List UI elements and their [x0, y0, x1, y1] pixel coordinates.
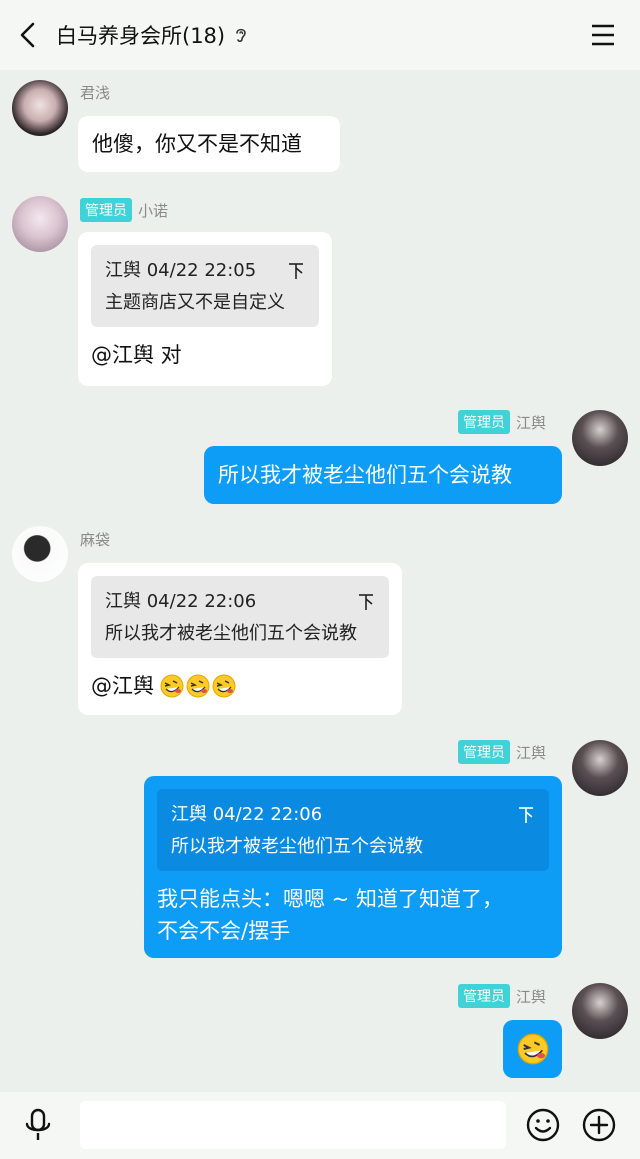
sender-name: 江舆	[516, 413, 547, 432]
laughing-emoji-icon	[186, 674, 210, 698]
chat-area[interactable]: 君浅 他傻，你又不是不知道 管理员 小诺 江舆 04/22 22:05 主题商店…	[0, 70, 640, 1092]
microphone-icon[interactable]	[22, 1108, 54, 1142]
sender-meta: 管理员 江舆	[458, 984, 546, 1008]
quote-author-time: 江舆 04/22 22:05	[105, 260, 257, 281]
quote-author-time: 江舆 04/22 22:06	[105, 591, 257, 612]
message-input[interactable]	[80, 1101, 506, 1149]
ear-icon	[236, 28, 246, 43]
message-text-line1: 我只能点头：嗯嗯 ~ 知道了知道了，	[157, 887, 503, 911]
avatar[interactable]	[572, 983, 628, 1039]
pin-top-icon	[289, 263, 303, 279]
avatar[interactable]	[572, 740, 628, 796]
quote-header: 江舆 04/22 22:06	[105, 586, 375, 618]
quote-text: 主题商店又不是自定义	[105, 292, 285, 313]
group-title: 白马养身会所(18)	[56, 24, 226, 48]
admin-badge: 管理员	[458, 984, 510, 1008]
quoted-message[interactable]: 江舆 04/22 22:05 主题商店又不是自定义	[91, 245, 319, 327]
message-text: @江舆	[91, 674, 154, 698]
sender-name: 麻袋	[80, 531, 111, 549]
emoji-group	[160, 674, 238, 698]
plus-circle-icon[interactable]	[582, 1108, 616, 1142]
message-text-line2: 不会不会/摆手	[157, 919, 291, 943]
avatar[interactable]	[12, 526, 68, 582]
smiley-icon[interactable]	[526, 1108, 560, 1142]
sender-name: 江舆	[516, 743, 547, 762]
message-bubble[interactable]: 江舆 04/22 22:06 所以我才被老尘他们五个会说教 @江舆	[78, 563, 402, 715]
sender-name: 君浅	[80, 84, 111, 102]
pin-top-icon	[519, 807, 533, 823]
quoted-message[interactable]: 江舆 04/22 22:06 所以我才被老尘他们五个会说教	[91, 576, 389, 658]
message-line: @江舆	[91, 670, 389, 702]
pin-top-icon	[359, 594, 373, 610]
sender-name: 江舆	[516, 987, 547, 1006]
back-chevron-icon[interactable]	[14, 20, 44, 50]
sender-name: 小诺	[138, 201, 169, 220]
input-bar	[0, 1092, 640, 1159]
menu-icon[interactable]	[590, 22, 616, 48]
message-bubble[interactable]: 江舆 04/22 22:05 主题商店又不是自定义 @江舆 对	[78, 232, 332, 386]
message-bubble[interactable]: 所以我才被老尘他们五个会说教	[204, 446, 562, 504]
admin-badge: 管理员	[458, 740, 510, 764]
admin-badge: 管理员	[458, 410, 510, 434]
quote-text: 所以我才被老尘他们五个会说教	[105, 623, 357, 644]
message-text: @江舆 对	[91, 343, 182, 367]
sender-meta: 管理员 江舆	[458, 410, 546, 434]
quote-header: 江舆 04/22 22:05	[105, 255, 305, 287]
avatar[interactable]	[12, 80, 68, 136]
admin-badge: 管理员	[80, 198, 132, 222]
message-bubble[interactable]	[503, 1020, 562, 1078]
chat-title-wrap[interactable]: 白马养身会所(18)	[56, 20, 249, 50]
avatar[interactable]	[572, 410, 628, 466]
quote-text: 所以我才被老尘他们五个会说教	[171, 836, 423, 857]
laughing-emoji-icon	[517, 1033, 548, 1065]
quoted-message[interactable]: 江舆 04/22 22:06 所以我才被老尘他们五个会说教	[157, 789, 549, 871]
sender-meta: 君浅	[80, 82, 110, 103]
sender-meta: 管理员 江舆	[458, 740, 546, 764]
quote-header: 江舆 04/22 22:06	[171, 799, 535, 831]
sender-meta: 麻袋	[80, 529, 110, 550]
message-bubble[interactable]: 江舆 04/22 22:06 所以我才被老尘他们五个会说教 我只能点头：嗯嗯 ~…	[144, 776, 562, 958]
sender-meta: 管理员 小诺	[80, 198, 168, 222]
top-bar: 白马养身会所(18)	[0, 0, 640, 70]
message-bubble[interactable]: 他傻，你又不是不知道	[78, 116, 340, 172]
quote-author-time: 江舆 04/22 22:06	[171, 804, 323, 825]
laughing-emoji-icon	[160, 674, 184, 698]
laughing-emoji-icon	[212, 674, 236, 698]
message-text: 他傻，你又不是不知道	[92, 132, 302, 156]
message-text: 所以我才被老尘他们五个会说教	[218, 463, 512, 487]
avatar[interactable]	[12, 196, 68, 252]
